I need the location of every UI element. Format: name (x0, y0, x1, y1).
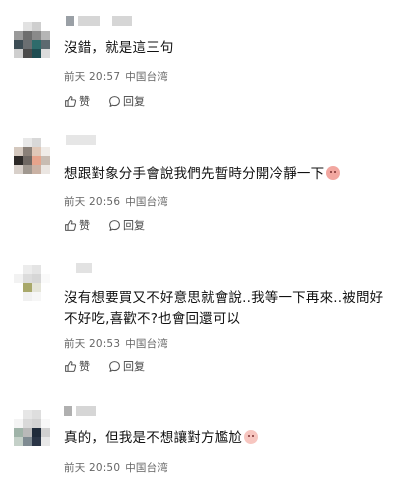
username[interactable] (76, 406, 96, 416)
reply-button[interactable]: 回复 (108, 358, 145, 374)
like-label: 赞 (79, 219, 90, 232)
comment-text: 真的，但我是不想讓對方尷尬 (64, 428, 384, 449)
reply-label: 回复 (123, 360, 145, 373)
face-emoji-icon (244, 430, 259, 444)
face-emoji-icon (326, 166, 341, 180)
comment-text: 沒錯，就是這三句 (64, 40, 174, 56)
comment-actions: 赞 回复 (64, 358, 163, 374)
like-label: 赞 (79, 360, 90, 373)
reply-button[interactable]: 回复 (108, 217, 145, 233)
reply-label: 回复 (123, 95, 145, 108)
speech-bubble-icon (109, 95, 120, 107)
comment-time: 前天 20:57 (64, 71, 121, 83)
comment-time: 前天 20:53 (64, 338, 121, 350)
comment-time: 前天 20:50 (64, 462, 121, 474)
username[interactable] (66, 16, 74, 26)
comment-location: 中国台湾 (125, 71, 169, 83)
reply-label: 回复 (123, 219, 145, 232)
username[interactable] (112, 16, 132, 26)
comment-meta: 前天 20:50 中国台湾 (64, 460, 168, 475)
comment-meta: 前天 20:53 中国台湾 (64, 336, 168, 351)
avatar[interactable] (14, 410, 50, 446)
comment-meta: 前天 20:56 中国台湾 (64, 194, 168, 209)
comment-time: 前天 20:56 (64, 196, 121, 208)
comment-text-body: 想跟對象分手會說我們先暫時分開冷靜一下 (64, 166, 325, 182)
comment-meta: 前天 20:57 中国台湾 (64, 69, 168, 84)
comment-actions: 赞 回复 (64, 93, 163, 109)
username[interactable] (78, 16, 100, 26)
comment-location: 中国台湾 (125, 338, 169, 350)
comment-text-body: 真的，但我是不想讓對方尷尬 (64, 430, 243, 446)
comment-text: 想跟對象分手會說我們先暫時分開冷靜一下 (64, 164, 384, 185)
reply-button[interactable]: 回复 (108, 93, 145, 109)
comment-location: 中国台湾 (125, 462, 169, 474)
like-button[interactable]: 赞 (64, 93, 90, 109)
speech-bubble-icon (109, 219, 120, 231)
avatar[interactable] (14, 265, 50, 301)
comment-location: 中国台湾 (125, 196, 169, 208)
thumbs-up-icon (65, 219, 77, 231)
comment-text: 沒有想要買又不好意思就會說..我等一下再來..被問好不好吃,喜歡不?也會回還可以 (64, 290, 384, 327)
avatar[interactable] (14, 22, 50, 58)
username[interactable] (76, 263, 92, 273)
like-button[interactable]: 赞 (64, 358, 90, 374)
thumbs-up-icon (65, 95, 77, 107)
avatar[interactable] (14, 138, 50, 174)
comment-actions: 赞 回复 (64, 217, 163, 233)
username[interactable] (66, 135, 96, 145)
speech-bubble-icon (109, 360, 120, 372)
thumbs-up-icon (65, 360, 77, 372)
username[interactable] (64, 406, 72, 416)
like-button[interactable]: 赞 (64, 217, 90, 233)
like-label: 赞 (79, 95, 90, 108)
